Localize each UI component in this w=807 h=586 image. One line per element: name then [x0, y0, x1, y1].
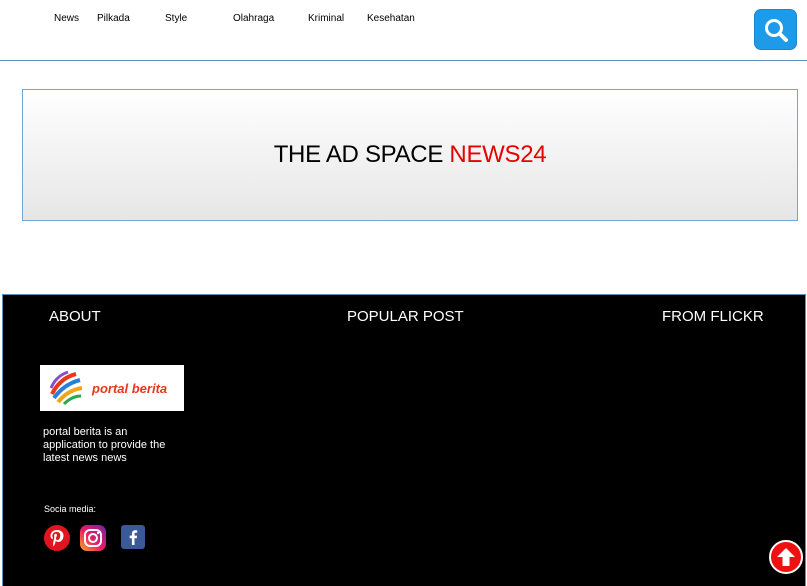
nav-divider — [0, 60, 807, 61]
scroll-to-top-button[interactable] — [769, 540, 803, 574]
nav-item-olahraga[interactable]: Olahraga — [233, 13, 274, 24]
instagram-icon[interactable] — [79, 524, 107, 552]
nav-item-kriminal[interactable]: Kriminal — [308, 13, 344, 24]
about-description: portal berita is an application to provi… — [43, 426, 166, 464]
pinterest-icon[interactable] — [43, 524, 71, 552]
footer-heading-about: ABOUT — [49, 308, 101, 325]
footer: ABOUT POPULAR POST FROM FLICKR portal be… — [2, 294, 806, 586]
portal-berita-logo[interactable]: portal berita — [40, 365, 184, 411]
ad-banner[interactable]: THE AD SPACE NEWS24 — [22, 89, 798, 221]
nav-item-pilkada[interactable]: Pilkada — [97, 13, 130, 24]
search-icon — [764, 18, 788, 42]
facebook-icon[interactable] — [120, 524, 146, 550]
logo-text: portal berita — [92, 380, 168, 396]
nav-item-kesehatan[interactable]: Kesehatan — [367, 13, 415, 24]
footer-heading-popular-post: POPULAR POST — [347, 308, 464, 325]
ad-brand: NEWS24 — [449, 141, 547, 168]
globe-logo-icon — [49, 370, 83, 406]
ad-text: THE AD SPACE NEWS24 — [274, 141, 547, 169]
arrow-up-icon — [777, 548, 795, 566]
nav-item-news[interactable]: News — [54, 13, 79, 24]
search-button[interactable] — [754, 9, 797, 50]
nav-item-style[interactable]: Style — [165, 13, 187, 24]
social-media-label: Socia media: — [44, 504, 97, 514]
footer-heading-from-flickr: FROM FLICKR — [662, 308, 764, 325]
ad-label: THE AD SPACE — [273, 141, 444, 168]
